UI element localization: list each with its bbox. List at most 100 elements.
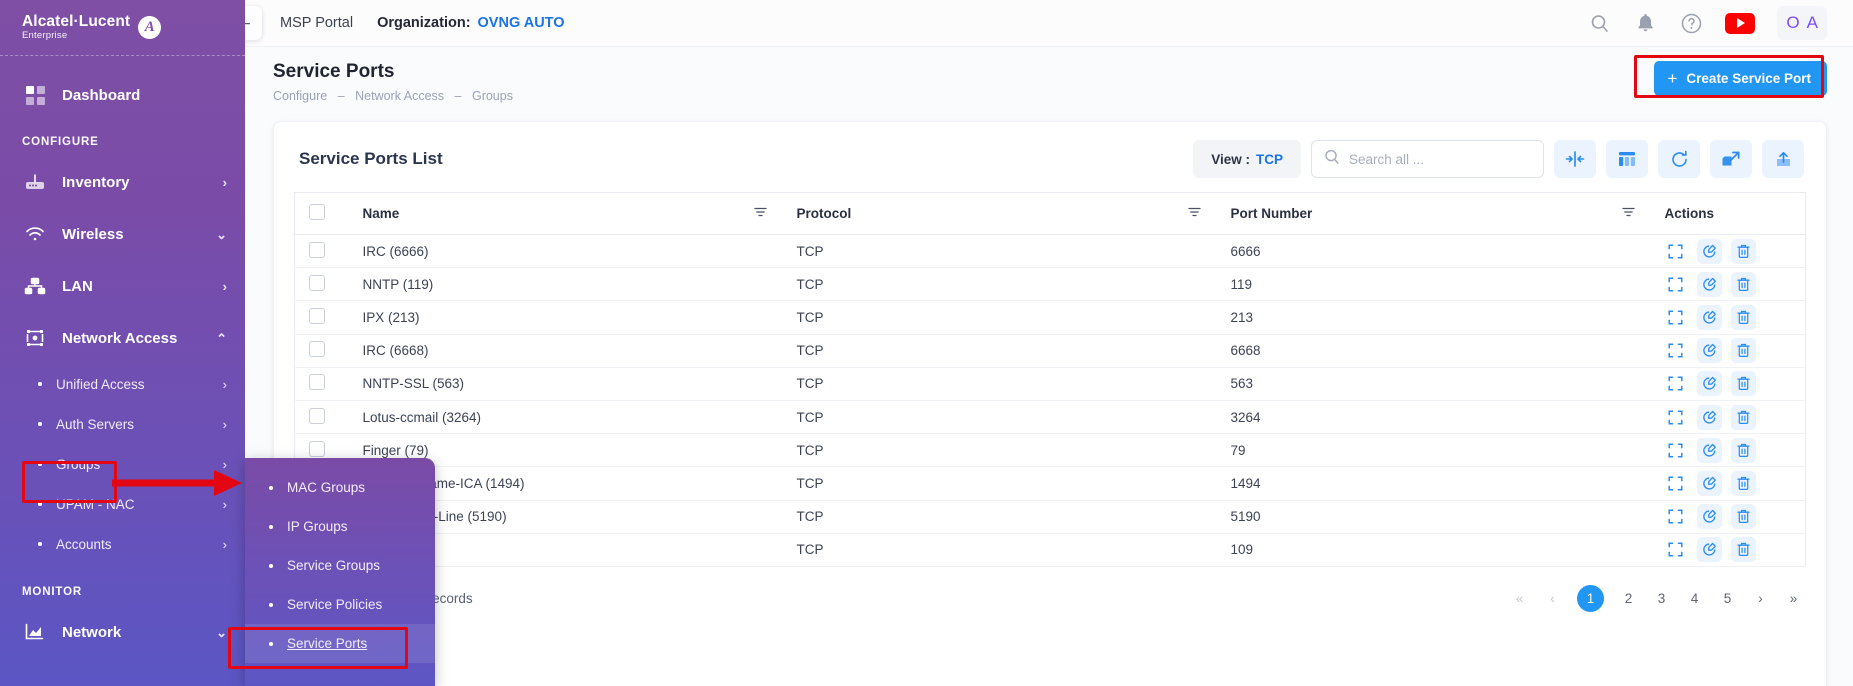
delete-icon[interactable]: [1731, 504, 1756, 529]
expand-icon[interactable]: [1663, 239, 1688, 264]
sidebar-item-wireless[interactable]: Wireless ⌄: [0, 208, 245, 260]
edit-icon[interactable]: [1697, 338, 1722, 363]
expand-icon[interactable]: [1663, 371, 1688, 396]
flyout-item-ip-groups[interactable]: IP Groups: [245, 507, 435, 546]
edit-icon[interactable]: [1697, 371, 1722, 396]
expand-icon[interactable]: [1663, 305, 1688, 330]
table-row[interactable]: POP2 (109)TCP109: [295, 533, 1806, 566]
pagination-page-4[interactable]: 4: [1686, 591, 1703, 606]
edit-icon[interactable]: [1697, 239, 1722, 264]
pagination-next[interactable]: ›: [1752, 591, 1769, 606]
sidebar-subitem-auth-servers[interactable]: Auth Servers ›: [0, 404, 245, 444]
pagination-last[interactable]: »: [1785, 591, 1802, 606]
search-box[interactable]: [1311, 140, 1544, 178]
sidebar-subitem-groups[interactable]: Groups ›: [0, 444, 245, 484]
flyout-item-service-policies[interactable]: Service Policies: [245, 585, 435, 624]
youtube-icon[interactable]: [1725, 13, 1755, 34]
delete-icon[interactable]: [1731, 305, 1756, 330]
edit-icon[interactable]: [1697, 504, 1722, 529]
edit-icon[interactable]: [1697, 471, 1722, 496]
delete-icon[interactable]: [1731, 471, 1756, 496]
column-header-port-number[interactable]: Port Number: [1215, 193, 1649, 235]
edit-icon[interactable]: [1697, 537, 1722, 562]
expand-icon[interactable]: [1663, 405, 1688, 430]
search-icon[interactable]: [1587, 11, 1611, 35]
breadcrumb-item-groups[interactable]: Groups: [472, 89, 513, 103]
sidebar-item-inventory[interactable]: Inventory ›: [0, 156, 245, 208]
sidebar-subitem-unified-access[interactable]: Unified Access ›: [0, 364, 245, 404]
delete-icon[interactable]: [1731, 537, 1756, 562]
expand-icon[interactable]: [1663, 471, 1688, 496]
sidebar-item-lan[interactable]: LAN ›: [0, 260, 245, 312]
column-header-protocol[interactable]: Protocol: [781, 193, 1215, 235]
pagination-page-3[interactable]: 3: [1653, 591, 1670, 606]
refresh-icon[interactable]: [1658, 140, 1700, 178]
table-row[interactable]: IRC (6666)TCP6666: [295, 235, 1806, 268]
column-settings-icon[interactable]: [1606, 140, 1648, 178]
expand-icon[interactable]: [1663, 504, 1688, 529]
avatar[interactable]: O A: [1777, 6, 1827, 40]
create-service-port-button[interactable]: + Create Service Port: [1654, 61, 1827, 96]
page-title: Service Ports: [273, 61, 513, 83]
edit-icon[interactable]: [1697, 438, 1722, 463]
flyout-item-service-groups[interactable]: Service Groups: [245, 546, 435, 585]
organization-value[interactable]: OVNG AUTO: [478, 15, 565, 31]
delete-icon[interactable]: [1731, 438, 1756, 463]
edit-icon[interactable]: [1697, 272, 1722, 297]
fit-columns-icon[interactable]: [1554, 140, 1596, 178]
expand-icon[interactable]: [1663, 537, 1688, 562]
row-checkbox[interactable]: [309, 242, 325, 258]
pagination-page-1[interactable]: 1: [1577, 585, 1604, 612]
table-row[interactable]: NNTP (119)TCP119: [295, 268, 1806, 301]
app-root: Alcatel·Lucent Enterprise A Dashboard CO…: [0, 0, 1853, 686]
breadcrumb-item-configure[interactable]: Configure: [273, 89, 327, 103]
delete-icon[interactable]: [1731, 272, 1756, 297]
filter-icon[interactable]: [1622, 206, 1635, 221]
table-row[interactable]: IRC (6668)TCP6668: [295, 334, 1806, 367]
row-checkbox[interactable]: [309, 441, 325, 457]
sidebar-item-network-access[interactable]: Network Access ⌃: [0, 312, 245, 364]
row-checkbox[interactable]: [309, 408, 325, 424]
flyout-item-service-ports[interactable]: Service Ports: [245, 624, 435, 663]
sidebar-subitem-upam-nac[interactable]: UPAM - NAC ›: [0, 484, 245, 524]
delete-icon[interactable]: [1731, 338, 1756, 363]
expand-icon[interactable]: [1663, 272, 1688, 297]
help-icon[interactable]: [1679, 11, 1703, 35]
pagination-page-5[interactable]: 5: [1719, 591, 1736, 606]
table-row[interactable]: NNTP-SSL (563)TCP563: [295, 367, 1806, 400]
sidebar-item-network[interactable]: Network ⌄: [0, 606, 245, 658]
pagination-page-2[interactable]: 2: [1620, 591, 1637, 606]
msp-portal-label[interactable]: MSP Portal: [280, 15, 353, 31]
table-row[interactable]: America On-Line (5190)TCP5190: [295, 500, 1806, 533]
expand-icon[interactable]: [1663, 438, 1688, 463]
table-row[interactable]: IPX (213)TCP213: [295, 301, 1806, 334]
edit-icon[interactable]: [1697, 305, 1722, 330]
export-icon[interactable]: [1710, 140, 1752, 178]
edit-icon[interactable]: [1697, 405, 1722, 430]
delete-icon[interactable]: [1731, 239, 1756, 264]
table-row[interactable]: Finger (79)TCP79: [295, 434, 1806, 467]
sidebar-subitem-accounts[interactable]: Accounts ›: [0, 524, 245, 564]
expand-icon[interactable]: [1663, 338, 1688, 363]
row-checkbox[interactable]: [309, 374, 325, 390]
filter-icon[interactable]: [754, 206, 767, 221]
delete-icon[interactable]: [1731, 371, 1756, 396]
sidebar-item-dashboard[interactable]: Dashboard: [0, 70, 245, 120]
row-checkbox[interactable]: [309, 341, 325, 357]
delete-icon[interactable]: [1731, 405, 1756, 430]
column-header-name[interactable]: Name: [347, 193, 781, 235]
select-all-checkbox[interactable]: [309, 204, 325, 220]
flyout-item-mac-groups[interactable]: MAC Groups: [245, 468, 435, 507]
row-checkbox[interactable]: [309, 308, 325, 324]
view-selector[interactable]: View : TCP: [1193, 140, 1301, 178]
table-row[interactable]: Lotus-ccmail (3264)TCP3264: [295, 400, 1806, 433]
pagination-first[interactable]: «: [1511, 591, 1528, 606]
row-checkbox[interactable]: [309, 275, 325, 291]
bell-icon[interactable]: [1633, 11, 1657, 35]
table-row[interactable]: Citrix-Winframe-ICA (1494)TCP1494: [295, 467, 1806, 500]
import-icon[interactable]: [1762, 140, 1804, 178]
pagination-prev[interactable]: ‹: [1544, 591, 1561, 606]
breadcrumb-item-network-access[interactable]: Network Access: [355, 89, 444, 103]
search-input[interactable]: [1349, 152, 1531, 167]
filter-icon[interactable]: [1188, 206, 1201, 221]
